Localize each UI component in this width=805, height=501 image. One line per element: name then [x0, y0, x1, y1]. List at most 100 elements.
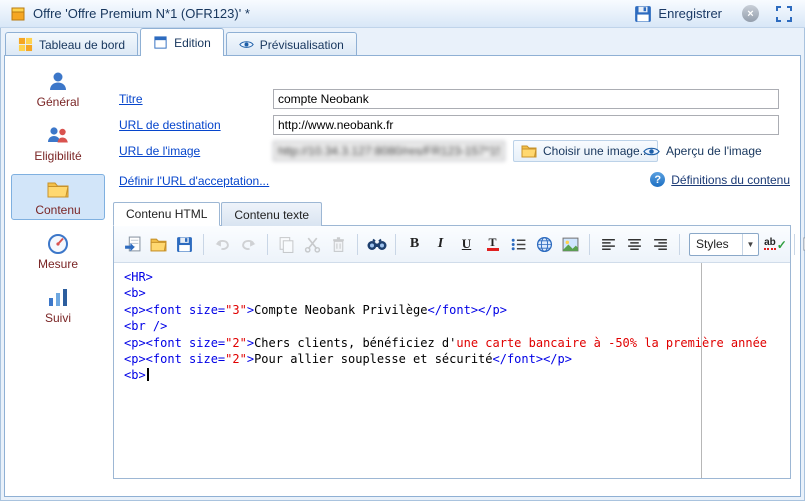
image-icon[interactable] [559, 233, 582, 256]
users-icon [46, 123, 70, 147]
toolbar-separator [794, 233, 795, 255]
preview-image-button[interactable]: Aperçu de l'image [643, 144, 762, 158]
styles-dropdown-label: Styles [696, 237, 729, 251]
offer-editor-window: { "window": { "title": "Offre 'Offre Pre… [0, 0, 805, 501]
save-icon[interactable] [173, 233, 196, 256]
styles-dropdown[interactable]: Styles ▼ [689, 232, 759, 256]
text-caret [146, 368, 149, 382]
choose-image-label: Choisir une image... [543, 144, 650, 158]
editor-tab-label: Contenu texte [234, 207, 310, 222]
sidebar-item-suivi[interactable]: Suivi [11, 282, 105, 328]
editor-toolbar: B I U T Styles ▼ ab ✓ [114, 226, 805, 263]
eye-icon [643, 145, 660, 158]
image-url-label[interactable]: URL de l'image [119, 144, 200, 158]
image-url-input[interactable] [273, 141, 505, 161]
toolbar-separator [203, 233, 204, 255]
find-icon[interactable] [365, 233, 388, 256]
editor-tab-label: Contenu HTML [126, 207, 208, 221]
maximize-icon [776, 5, 792, 22]
underline-icon[interactable]: U [455, 233, 478, 256]
sidebar-item-mesure[interactable]: Mesure [11, 228, 105, 274]
titlebar: Offre 'Offre Premium N*1 (OFR123)' * Enr… [0, 0, 805, 28]
sidebar-item-label: Général [36, 95, 80, 109]
text-color-icon[interactable]: T [481, 233, 504, 256]
save-icon [634, 5, 652, 23]
align-center-icon[interactable] [623, 233, 646, 256]
cut-icon[interactable] [301, 233, 324, 256]
undo-icon[interactable] [211, 233, 234, 256]
bullet-list-icon[interactable] [507, 233, 530, 256]
title-field-label[interactable]: Titre [119, 92, 143, 106]
sidebar-item-general[interactable]: Général [11, 66, 105, 112]
code-line: <br /> [124, 319, 168, 334]
tab-label: Edition [174, 35, 211, 50]
code-line: <p><font size="3">Compte Neobank Privilè… [124, 302, 507, 317]
code-line: <HR> [124, 270, 153, 284]
tab-contenu-html[interactable]: Contenu HTML [113, 202, 221, 226]
destination-url-input[interactable] [273, 115, 779, 135]
align-left-icon[interactable] [597, 233, 620, 256]
chart-icon [46, 285, 70, 309]
choose-image-button[interactable]: Choisir une image... [513, 140, 658, 162]
code-area[interactable]: <HR> <b> <p><font size="3">Compte Neobank … [114, 263, 790, 478]
sidebar-item-label: Eligibilité [34, 149, 82, 163]
sidebar: Général Eligibilité Contenu Mesure Suivi [5, 56, 111, 496]
code-line: <b> [124, 286, 146, 301]
content-definitions-label: Définitions du contenu [671, 172, 790, 187]
window-title: Offre 'Offre Premium N*1 (OFR123)' * [33, 6, 250, 21]
save-button[interactable]: Enregistrer [630, 3, 726, 25]
tab-label: Tableau de bord [39, 37, 126, 52]
copy-icon[interactable] [275, 233, 298, 256]
insert-file-icon[interactable] [121, 233, 144, 256]
eye-icon [239, 37, 254, 52]
gauge-icon [46, 231, 70, 255]
user-icon [46, 69, 70, 93]
main-panel: Général Eligibilité Contenu Mesure Suivi [4, 55, 805, 497]
define-acceptance-url-link[interactable]: Définir l'URL d'acceptation... [119, 174, 269, 188]
content-area: Titre URL de destination URL de l'image … [111, 56, 805, 496]
close-button[interactable]: × [742, 5, 759, 22]
folder-icon [521, 144, 537, 158]
hyperlink-icon[interactable] [533, 233, 556, 256]
tab-contenu-texte[interactable]: Contenu texte [221, 202, 323, 226]
redo-icon[interactable] [237, 233, 260, 256]
code-line: <b> [124, 367, 790, 383]
toolbar-separator [357, 233, 358, 255]
save-label: Enregistrer [658, 6, 722, 21]
editor-tabs: Contenu HTML Contenu texte [113, 202, 323, 226]
preview-image-label: Aperçu de l'image [666, 144, 762, 158]
code-line: <p><font size="2">Pour allier souplesse … [124, 352, 572, 367]
sidebar-item-label: Suivi [44, 311, 71, 325]
editor-body: B I U T Styles ▼ ab ✓ <HR> <b> <p><font … [113, 225, 805, 479]
tab-tableau-de-bord[interactable]: Tableau de bord [5, 32, 139, 56]
document-icon [153, 35, 168, 50]
open-folder-icon[interactable] [147, 233, 170, 256]
tab-edition[interactable]: Edition [140, 28, 224, 56]
sidebar-item-eligibilite[interactable]: Eligibilité [11, 120, 105, 166]
toolbar-separator [267, 233, 268, 255]
toolbar-separator [679, 233, 680, 255]
maximize-button[interactable] [775, 5, 793, 23]
dashboard-icon [18, 37, 33, 52]
delete-icon[interactable] [327, 233, 350, 256]
main-tabs: Tableau de bord Edition Prévisualisation [0, 28, 805, 56]
help-icon: ? [650, 172, 666, 187]
italic-icon[interactable]: I [429, 233, 452, 256]
sidebar-item-contenu[interactable]: Contenu [11, 174, 105, 220]
folder-icon [46, 177, 70, 201]
sidebar-item-label: Mesure [37, 257, 78, 271]
toolbar-separator [589, 233, 590, 255]
code-lines: <HR> <b> <p><font size="3">Compte Neobank … [114, 263, 790, 384]
offer-icon [10, 6, 26, 22]
align-right-icon[interactable] [649, 233, 672, 256]
chevron-down-icon: ▼ [742, 233, 758, 255]
tab-previsualisation[interactable]: Prévisualisation [225, 32, 357, 56]
bold-icon[interactable]: B [403, 233, 426, 256]
content-definitions-button[interactable]: ? Définitions du contenu [650, 172, 790, 187]
toolbar-separator [395, 233, 396, 255]
title-input[interactable] [273, 89, 779, 109]
code-line: <p><font size="2">Chers clients, bénéfic… [124, 335, 768, 350]
spellcheck-icon[interactable]: ab ✓ [764, 233, 787, 256]
close-icon: × [747, 7, 754, 20]
destination-url-label[interactable]: URL de destination [119, 118, 221, 132]
